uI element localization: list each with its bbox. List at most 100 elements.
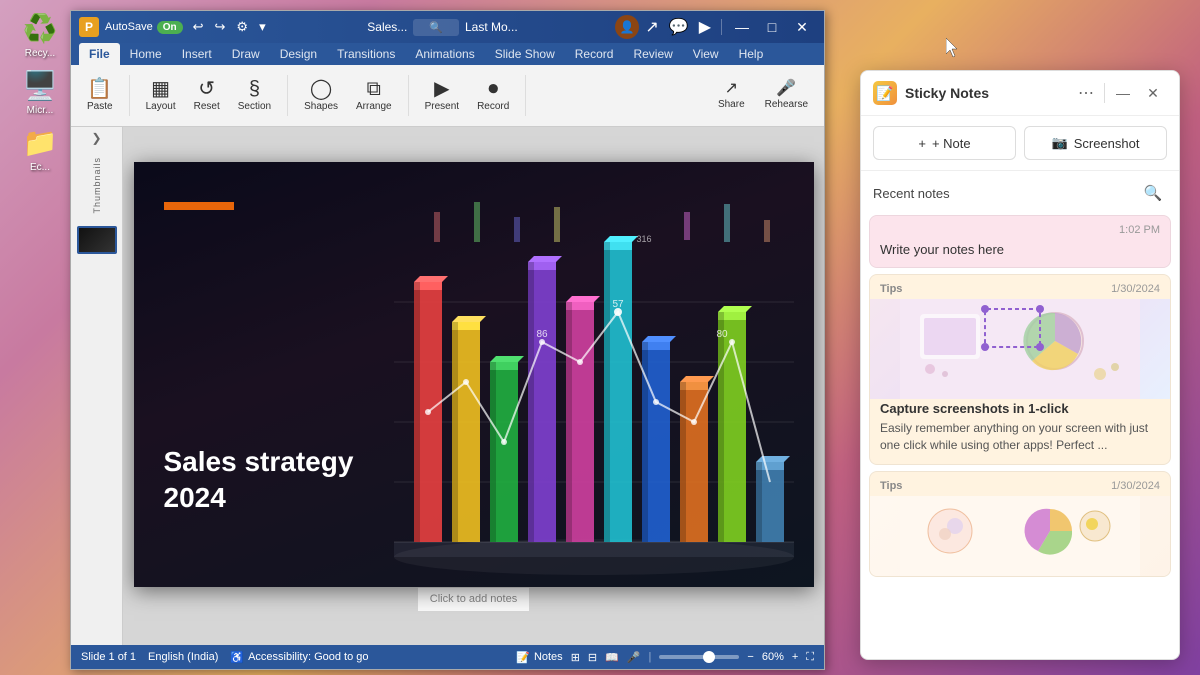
shapes-button[interactable]: ◯ Shapes xyxy=(296,75,346,116)
ppt-main: ❯ Thumbnails Sales strategy xyxy=(71,127,824,645)
tab-transitions[interactable]: Transitions xyxy=(327,43,405,65)
screenshot-button[interactable]: 📷 Screenshot xyxy=(1024,126,1167,160)
right-ribbon-actions: ↗ Share 🎤 Rehearse xyxy=(710,77,816,114)
svg-text:57: 57 xyxy=(612,299,624,310)
close-button[interactable]: ✕ xyxy=(788,13,816,41)
zoom-minus-button[interactable]: − xyxy=(747,651,753,663)
thumbnail-toggle[interactable]: ❯ xyxy=(87,127,105,149)
note-2-image xyxy=(870,299,1170,399)
tab-view[interactable]: View xyxy=(683,43,729,65)
view-normal-button[interactable]: ⊞ xyxy=(571,651,580,664)
thumbnail-label: Thumbnails xyxy=(88,149,106,222)
view-slide-sorter-button[interactable]: ⊟ xyxy=(588,651,597,664)
text-group: ▦ Layout ↺ Reset § Section xyxy=(138,75,289,116)
sticky-minimize-button[interactable]: — xyxy=(1109,79,1137,107)
minimize-button[interactable]: — xyxy=(728,13,756,41)
accessibility-icon: ♿ xyxy=(230,651,244,664)
slide-area: Sales strategy 2024 xyxy=(123,127,824,645)
comments-button[interactable]: 💬 xyxy=(665,15,693,39)
undo-button[interactable]: ↩ xyxy=(189,17,208,37)
recent-notes-header: Recent notes 🔍 xyxy=(861,171,1179,211)
microsoft-icon[interactable]: 🖥️ Micr... xyxy=(10,67,70,116)
note-card-2[interactable]: Tips 1/30/2024 xyxy=(869,274,1171,465)
note-card-1[interactable]: 1:02 PM Write your notes here xyxy=(869,215,1171,268)
search-notes-button[interactable]: 🔍 xyxy=(1139,179,1167,207)
notes-button[interactable]: 📝 Notes xyxy=(516,651,562,664)
slide-canvas[interactable]: Sales strategy 2024 xyxy=(134,162,814,587)
sticky-close-button[interactable]: ✕ xyxy=(1139,79,1167,107)
note-1-content: Write your notes here xyxy=(870,240,1170,267)
note-3-header: Tips 1/30/2024 xyxy=(870,472,1170,496)
sticky-menu-button[interactable]: ⋯ xyxy=(1072,81,1100,105)
present-ribbon-button[interactable]: 🎤 Rehearse xyxy=(757,77,816,114)
slide-info: Slide 1 of 1 xyxy=(81,651,136,663)
tab-file[interactable]: File xyxy=(79,43,120,65)
note-2-header: Tips 1/30/2024 xyxy=(870,275,1170,299)
autosave-toggle[interactable]: On xyxy=(157,21,183,34)
slide-background: Sales strategy 2024 xyxy=(134,162,814,587)
plus-icon: + xyxy=(918,136,926,151)
tab-animations[interactable]: Animations xyxy=(405,43,484,65)
last-modified-label: Last Mo... xyxy=(465,20,518,34)
tab-home[interactable]: Home xyxy=(120,43,172,65)
reset-button[interactable]: ↺ Reset xyxy=(186,75,228,116)
tab-design[interactable]: Design xyxy=(270,43,327,65)
note-card-3[interactable]: Tips 1/30/2024 xyxy=(869,471,1171,577)
view-presenter-button[interactable]: 🎤 xyxy=(627,651,641,664)
desktop-icons: ♻️ Recy... 🖥️ Micr... 📁 Ec... xyxy=(10,10,70,173)
present-view-button[interactable]: ▶ Present xyxy=(417,75,467,116)
sticky-action-buttons: + + Note 📷 Screenshot xyxy=(861,116,1179,171)
slide-notes-area[interactable]: Click to add notes xyxy=(418,587,529,611)
note-2-time: 1/30/2024 xyxy=(1111,283,1160,295)
note-3-image xyxy=(870,496,1170,576)
profile-avatar[interactable]: 👤 xyxy=(615,15,639,39)
note-2-label: Tips xyxy=(880,283,902,295)
note-2-content: Capture screenshots in 1-click Easily re… xyxy=(870,399,1170,464)
sticky-separator xyxy=(1104,83,1105,103)
edge-icon[interactable]: 📁 Ec... xyxy=(10,124,70,173)
redo-button[interactable]: ↪ xyxy=(211,17,230,37)
tab-review[interactable]: Review xyxy=(623,43,682,65)
present-button[interactable]: ▶ xyxy=(695,15,715,39)
ribbon-tabs: File Home Insert Draw Design Transitions… xyxy=(71,43,824,65)
chart-area: 57 86 80 316 xyxy=(334,162,814,587)
thumbnail-panel: ❯ Thumbnails xyxy=(71,127,123,645)
record-ribbon-button[interactable]: ⏺ Record xyxy=(469,75,517,116)
mouse-cursor xyxy=(946,38,960,58)
tab-slideshow[interactable]: Slide Show xyxy=(485,43,565,65)
search-bar[interactable]: 🔍 xyxy=(413,19,459,36)
tab-draw[interactable]: Draw xyxy=(222,43,270,65)
ribbon-content: 📋 Paste ▦ Layout ↺ Reset § Sect xyxy=(71,65,824,127)
section-button[interactable]: § Section xyxy=(230,75,279,116)
quick-access-button[interactable]: ⚙ xyxy=(232,17,252,37)
view-reading-button[interactable]: 📖 xyxy=(605,651,619,664)
fit-to-window-button[interactable]: ⛶ xyxy=(806,651,814,664)
ribbon: File Home Insert Draw Design Transitions… xyxy=(71,43,824,127)
sticky-notes-panel: 📝 Sticky Notes ⋯ — ✕ + + Note 📷 Screensh… xyxy=(860,70,1180,660)
tab-insert[interactable]: Insert xyxy=(172,43,222,65)
maximize-button[interactable]: □ xyxy=(758,13,786,41)
tab-record[interactable]: Record xyxy=(565,43,624,65)
arrange-button[interactable]: ⧉ Arrange xyxy=(348,75,400,116)
sticky-window-buttons: — ✕ xyxy=(1109,79,1167,107)
shapes-group: ◯ Shapes ⧉ Arrange xyxy=(296,75,409,116)
notes-list: 1:02 PM Write your notes here Tips 1/30/… xyxy=(861,211,1179,659)
zoom-plus-button[interactable]: + xyxy=(792,651,798,663)
svg-text:86: 86 xyxy=(536,329,548,340)
tab-help[interactable]: Help xyxy=(729,43,774,65)
zoom-level: 60% xyxy=(762,651,784,663)
new-note-button[interactable]: + + Note xyxy=(873,126,1016,160)
paste-button[interactable]: 📋 Paste xyxy=(79,75,121,116)
editing-group: ▶ Present ⏺ Record xyxy=(417,75,527,116)
desktop-background: ♻️ Recy... 🖥️ Micr... 📁 Ec... P AutoSave… xyxy=(0,0,1200,675)
layout-button[interactable]: ▦ Layout xyxy=(138,75,184,116)
zoom-slider[interactable] xyxy=(659,655,739,659)
share-ribbon-button[interactable]: ↗ Share xyxy=(710,77,753,114)
title-bar-right: 👤 ↗ 💬 ▶ — □ ✕ xyxy=(615,13,816,41)
slide-title: Sales strategy 2024 xyxy=(164,444,354,517)
recycle-bin-icon[interactable]: ♻️ Recy... xyxy=(10,10,70,59)
more-tools-button[interactable]: ▾ xyxy=(255,17,270,37)
share-button[interactable]: ↗ xyxy=(641,15,662,39)
slide-thumbnail-1[interactable] xyxy=(77,226,117,254)
note-1-time: 1:02 PM xyxy=(1119,224,1160,236)
